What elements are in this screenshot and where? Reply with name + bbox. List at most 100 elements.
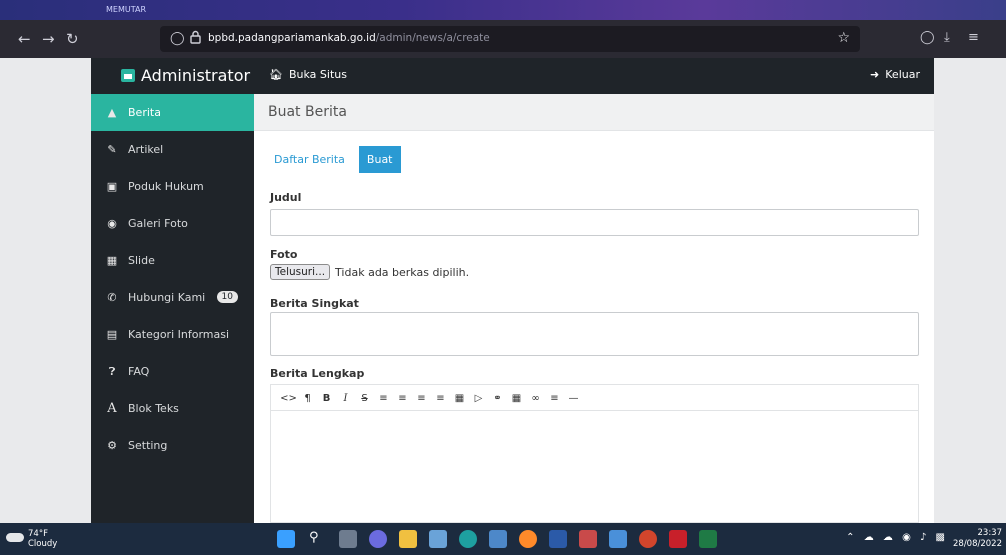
sidebar-item-slide[interactable]: ▦ Slide [91,242,254,279]
align-icon[interactable]: ≡ [545,393,564,404]
sidebar-item-label: Slide [128,254,155,267]
gear-icon: ⚙ [107,439,117,452]
judul-input[interactable] [270,209,919,236]
content-tabs: Daftar Berita Buat [266,146,401,173]
logout-link[interactable]: ➜ Keluar [870,68,920,81]
berita-singkat-label: Berita Singkat [270,297,359,310]
visit-site-label: Buka Situs [288,68,347,81]
pencil-icon: ✎ [107,143,117,156]
berita-lengkap-editor[interactable] [270,410,919,523]
sidebar-item-artikel[interactable]: ✎ Artikel [91,131,254,168]
windows-start-icon[interactable] [277,530,295,548]
insert-table-icon[interactable]: ▦ [507,393,526,404]
italic-icon[interactable]: I [336,393,355,404]
ordered-list-icon[interactable]: ≡ [393,393,412,404]
sign-out-icon: ➜ [870,68,880,81]
menu-icon[interactable]: ≡ [968,30,979,45]
sidebar-item-faq[interactable]: ❓︎ FAQ [91,353,254,390]
sidebar-item-poduk-hukum[interactable]: ▣ Poduk Hukum [91,168,254,205]
unordered-list-icon[interactable]: ≡ [374,393,393,404]
forward-icon[interactable]: → [42,30,55,48]
sidebar-item-setting[interactable]: ⚙ Setting [91,427,254,464]
sidebar-item-label: Kategori Informasi [128,328,230,341]
code-view-icon[interactable]: <> [279,393,298,404]
page-title: Buat Berita [268,104,347,120]
bold-icon[interactable]: B [317,393,336,404]
firefox-icon[interactable] [519,530,537,548]
sidebar-item-label: Hubungi Kami [128,291,206,304]
cloud-icon [6,533,24,542]
insert-image-icon[interactable]: ▦ [450,393,469,404]
editor-toolbar: <> ¶ B I S ≡ ≡ ≡ ≡ ▦ ▷ ⚭ ▦ ∞ ≡ — [270,384,919,411]
berita-singkat-textarea[interactable] [270,312,919,356]
sidebar-item-label: Galeri Foto [128,217,188,230]
sidebar-item-blok-teks[interactable]: A Blok Teks [91,390,254,427]
shield-icon[interactable]: ◯ [170,31,185,46]
taskbar: 74°F Cloudy ⚲ ⌃ ☁ ☁ ◉ ♪ ▩ 23:37 28/08/20… [0,523,1006,555]
tab-buat[interactable]: Buat [358,146,401,173]
sidebar-item-galeri-foto[interactable]: ◉ Galeri Foto [91,205,254,242]
sidebar-item-label: FAQ [128,365,150,378]
app-icon[interactable] [609,530,627,548]
file-explorer-icon[interactable] [399,530,417,548]
sidebar-item-berita[interactable]: ▲ Berita [91,94,254,131]
home-icon: 🏠︎ [269,68,283,81]
clock[interactable]: 23:37 28/08/2022 [953,528,1002,550]
excel-icon[interactable] [699,530,717,548]
paragraph-icon[interactable]: ¶ [298,393,317,404]
brand[interactable]: Administrator [121,66,250,85]
foto-label: Foto [270,248,298,261]
attach-file-icon[interactable]: ⚭ [488,393,507,404]
task-view-icon[interactable] [339,530,357,548]
search-icon[interactable]: ⚲ [309,530,327,548]
weather-widget[interactable]: 74°F Cloudy [28,529,57,549]
system-tray[interactable]: ⌃ ☁ ☁ ◉ ♪ ▩ [846,532,948,543]
acrobat-icon[interactable] [669,530,687,548]
browser-navbar: ← → ↻ ◯ bpbd.padangpariamankab.go.id/adm… [0,20,1006,58]
brand-title: Administrator [141,66,251,85]
camera-icon: ◉ [107,217,117,230]
sidebar-item-label: Artikel [128,143,164,156]
photos-icon[interactable] [429,530,447,548]
file-status-text: Tidak ada berkas dipilih. [335,265,470,279]
tab-daftar-berita[interactable]: Daftar Berita [266,146,353,173]
bookmark-star-icon[interactable]: ☆ [837,30,850,46]
winrar-icon[interactable] [579,530,597,548]
outdent-icon[interactable]: ≡ [412,393,431,404]
lock-icon[interactable] [190,30,201,44]
weather-condition: Cloudy [28,539,58,549]
visit-site-link[interactable]: 🏠︎ Buka Situs [269,68,347,81]
app-header: Administrator 🏠︎ Buka Situs ➜ Keluar [91,58,934,94]
image-icon: ▦ [106,254,118,267]
sidebar: ▲ Berita ✎ Artikel ▣ Poduk Hukum ◉ Galer… [91,94,254,523]
sidebar-item-hubungi-kami[interactable]: ✆ Hubungi Kami 10 [91,279,254,316]
save-icon: ▣ [106,180,118,193]
phone-icon: ✆ [107,291,117,304]
address-bar[interactable]: ◯ bpbd.padangpariamankab.go.id/admin/new… [160,26,860,52]
insert-link-icon[interactable]: ∞ [526,393,545,404]
sidebar-item-label: Blok Teks [128,402,179,415]
sidebar-item-kategori-informasi[interactable]: ▤ Kategori Informasi [91,316,254,353]
browser-tab[interactable]: MEMUTAR [100,2,152,18]
indent-icon[interactable]: ≡ [431,393,450,404]
horizontal-rule-icon[interactable]: — [564,393,583,404]
download-icon[interactable]: ⤓ [944,30,950,45]
browser-tab-strip: MEMUTAR [0,0,1006,20]
notification-badge: 10 [216,291,238,303]
word-icon[interactable] [549,530,567,548]
sidebar-item-label: Poduk Hukum [128,180,204,193]
megaphone-icon: ▲ [107,106,117,119]
store-icon[interactable] [489,530,507,548]
back-icon[interactable]: ← [18,30,31,48]
browse-button[interactable]: Telusuri... [270,264,331,280]
logout-label: Keluar [885,68,920,81]
url-text: bpbd.padangpariamankab.go.id/admin/news/… [208,32,490,44]
reload-icon[interactable]: ↻ [66,30,79,48]
edge-icon[interactable] [459,530,477,548]
strikethrough-icon[interactable]: S [355,393,374,404]
pocket-icon[interactable]: ◯ [920,30,935,45]
sidebar-item-label: Berita [128,106,161,119]
chat-icon[interactable] [369,530,387,548]
powerpoint-icon[interactable] [639,530,657,548]
insert-video-icon[interactable]: ▷ [469,393,488,404]
